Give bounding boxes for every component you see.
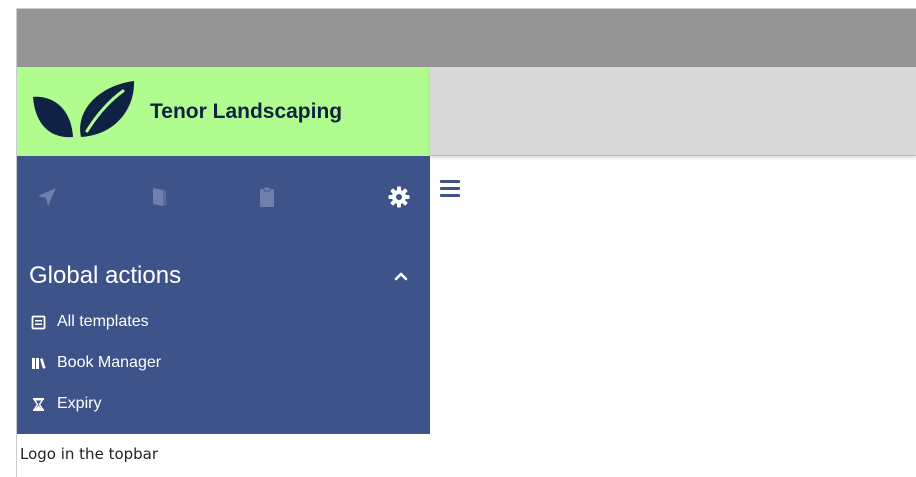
gear-icon <box>388 186 410 208</box>
menu-item-label: Expiry <box>57 395 102 412</box>
menu-item-book-manager[interactable]: Book Manager <box>29 351 161 375</box>
image-caption: Logo in the topbar <box>20 445 159 463</box>
menu-item-label: Book Manager <box>57 354 162 371</box>
tab-clipboard[interactable] <box>255 185 279 209</box>
logo-link[interactable]: Tenor Landscaping <box>17 67 430 156</box>
logo-text: Tenor Landscaping <box>150 100 343 123</box>
tab-books[interactable] <box>147 185 171 209</box>
screenshot-frame: Tenor Landscaping Global actions All tem… <box>16 8 916 477</box>
navigation-arrow-icon <box>38 188 56 206</box>
menu-item-expiry[interactable]: Expiry <box>29 392 101 416</box>
books-icon <box>29 354 47 372</box>
section-title: Global actions <box>29 262 182 289</box>
sidebar: Global actions All templates Book Manage… <box>17 156 430 434</box>
chevron-up-icon[interactable] <box>393 268 409 284</box>
global-actions-header[interactable]: Global actions <box>29 258 409 294</box>
clipboard-icon <box>260 186 274 207</box>
menu-item-all-templates[interactable]: All templates <box>29 310 149 334</box>
template-list-icon <box>29 313 47 331</box>
tab-settings[interactable] <box>387 185 411 209</box>
top-grey-bar <box>17 9 916 67</box>
book-icon <box>153 188 166 206</box>
menu-item-label: All templates <box>57 313 149 330</box>
hourglass-icon <box>29 395 47 413</box>
tab-navigation[interactable] <box>35 185 59 209</box>
hamburger-menu-icon[interactable] <box>440 180 460 198</box>
topbar-header <box>430 67 916 156</box>
leaf-logo-icon <box>33 81 135 138</box>
